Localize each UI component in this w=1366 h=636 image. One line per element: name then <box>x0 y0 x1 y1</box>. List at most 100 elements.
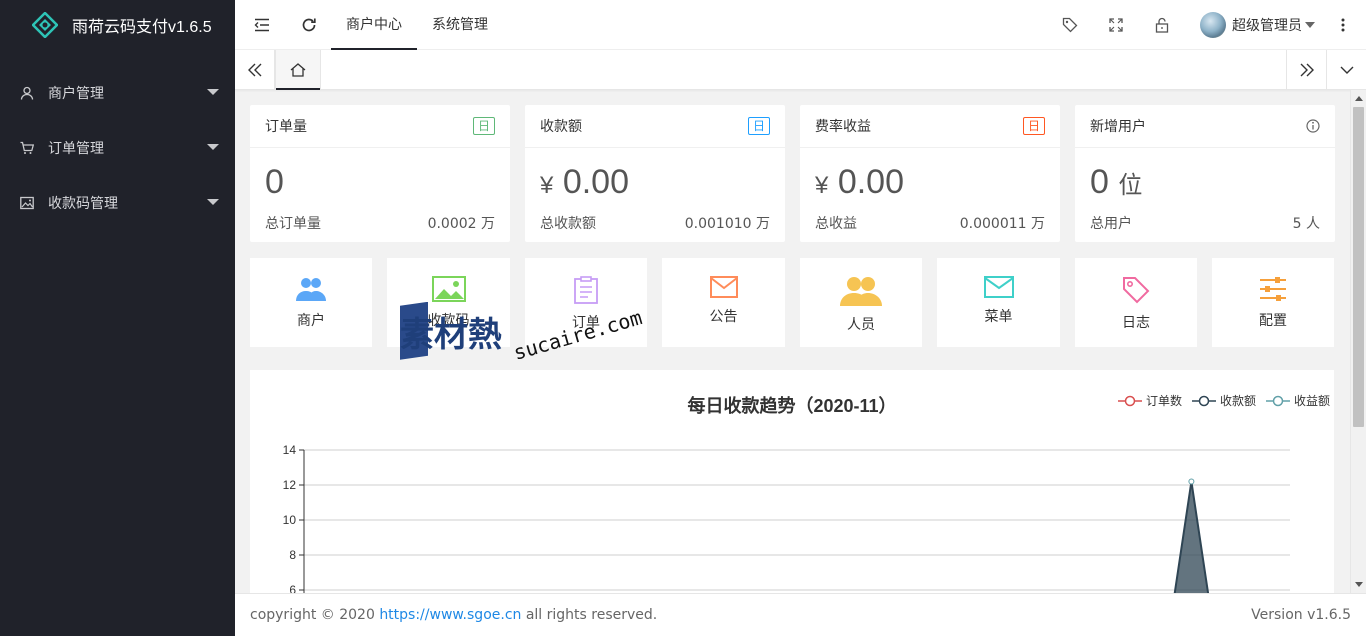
sidebar-item-merchant[interactable]: 商户管理 <box>0 65 235 120</box>
stat-foot-value: 0.0002 万 <box>427 216 495 232</box>
footer: copyright © 2020 https://www.sgoe.cn all… <box>235 593 1366 636</box>
quick-link-merchant[interactable]: 商户 <box>250 258 372 347</box>
quick-link-label: 公告 <box>709 309 738 325</box>
quick-link-config[interactable]: 配置 <box>1212 258 1334 347</box>
main-content: 订单量 日 0 总订单量 0.0002 万 收款额 日 ¥ 0.00 总收款额 … <box>235 90 1350 593</box>
user-icon <box>20 86 34 100</box>
indent-icon <box>254 18 269 32</box>
series-point <box>1188 478 1195 485</box>
tabs-scroll-left-button[interactable] <box>235 50 275 90</box>
sidebar-item-label: 商户管理 <box>48 85 104 102</box>
lock-icon <box>1155 17 1169 33</box>
stat-foot-label: 总用户 <box>1090 216 1132 232</box>
tab-label: 系统管理 <box>432 17 488 33</box>
refresh-icon <box>302 18 316 32</box>
sidebar-item-label: 收款码管理 <box>48 195 118 212</box>
stat-foot-label: 总收款额 <box>540 216 596 232</box>
y-tick-label: 8 <box>289 548 296 562</box>
stat-foot-label: 总收益 <box>815 216 857 232</box>
quick-link-notice[interactable]: 公告 <box>662 258 785 347</box>
series-area <box>1173 481 1210 593</box>
sidebar-item-orders[interactable]: 订单管理 <box>0 120 235 175</box>
stat-title: 费率收益 <box>815 119 871 135</box>
users-icon <box>296 278 326 301</box>
more-button[interactable] <box>1333 0 1353 50</box>
stat-foot-value: 0.001010 万 <box>684 216 770 232</box>
tag-icon <box>1123 277 1150 304</box>
footer-link[interactable]: https://www.sgoe.cn <box>379 607 521 623</box>
stat-card-new-users: 新增用户 0 位 总用户 5 人 <box>1075 105 1335 242</box>
stat-foot-value: 0.000011 万 <box>959 216 1045 232</box>
quick-link-log[interactable]: 日志 <box>1075 258 1197 347</box>
quick-link-label: 商户 <box>297 313 325 329</box>
period-badge: 日 <box>472 117 495 135</box>
y-tick-label: 14 <box>283 443 297 457</box>
sidebar-item-qrcodes[interactable]: 收款码管理 <box>0 175 235 230</box>
collapse-menu-button[interactable] <box>250 0 274 50</box>
more-vertical-icon <box>1341 18 1345 32</box>
stat-title: 新增用户 <box>1090 119 1146 135</box>
vertical-scrollbar[interactable] <box>1350 90 1366 593</box>
scroll-up-icon[interactable] <box>1355 96 1363 101</box>
envelope-icon <box>983 276 1014 298</box>
quick-link-label: 收款码 <box>427 313 470 329</box>
user-name: 超级管理员 <box>1232 18 1302 34</box>
stat-unit: 位 <box>1118 172 1143 199</box>
chevron-down-icon <box>1340 66 1353 74</box>
tab-home[interactable] <box>275 50 321 90</box>
avatar <box>1200 12 1226 38</box>
currency-symbol: ¥ <box>540 172 554 199</box>
quick-link-label: 配置 <box>1259 313 1287 329</box>
quick-link-label: 人员 <box>847 317 875 333</box>
version-text: Version v1.6.5 <box>1251 607 1351 623</box>
quick-link-qrcode[interactable]: 收款码 <box>387 258 510 347</box>
stat-value: 0 <box>265 163 284 201</box>
lock-screen-button[interactable] <box>1150 0 1174 50</box>
trend-chart: 6 8 10 12 14 <box>283 443 1290 593</box>
scroll-down-icon[interactable] <box>1355 582 1363 587</box>
app-title: 雨荷云码支付v1.6.5 <box>72 19 212 36</box>
fullscreen-button[interactable] <box>1104 0 1128 50</box>
quick-link-label: 菜单 <box>984 309 1013 325</box>
user-menu[interactable]: 超级管理员 <box>1200 11 1315 39</box>
app-logo[interactable]: 雨荷云码支付v1.6.5 <box>0 0 235 50</box>
sidebar: 雨荷云码支付v1.6.5 商户管理 订单管理 收款码管理 <box>0 0 235 636</box>
quick-link-orders[interactable]: 订单 <box>525 258 647 347</box>
chevron-down-icon <box>207 89 219 95</box>
chevron-down-icon <box>207 144 219 150</box>
sliders-icon <box>1260 277 1286 301</box>
image-icon <box>20 196 34 210</box>
y-tick-label: 10 <box>283 513 297 527</box>
cart-icon <box>20 141 34 155</box>
picture-icon <box>431 276 466 302</box>
stat-foot-label: 总订单量 <box>265 216 321 232</box>
refresh-button[interactable] <box>297 0 321 50</box>
top-header: 商户中心 系统管理 超级管理员 <box>235 0 1366 50</box>
y-tick-label: 6 <box>289 583 296 593</box>
stat-card-collection: 收款额 日 ¥ 0.00 总收款额 0.001010 万 <box>525 105 785 242</box>
double-chevron-right-icon <box>1300 63 1314 77</box>
theme-button[interactable] <box>1058 0 1082 50</box>
double-chevron-left-icon <box>247 63 261 77</box>
chevron-down-icon <box>1305 22 1315 28</box>
quick-link-menu[interactable]: 菜单 <box>937 258 1060 347</box>
stat-value: ¥ 0.00 <box>815 163 904 201</box>
scroll-thumb[interactable] <box>1353 107 1364 427</box>
stat-card-orders: 订单量 日 0 总订单量 0.0002 万 <box>250 105 510 242</box>
sidebar-item-label: 订单管理 <box>48 140 104 157</box>
stat-value: 0 位 <box>1090 163 1143 201</box>
info-icon[interactable] <box>1306 119 1320 133</box>
fullscreen-icon <box>1109 18 1123 32</box>
tabs-options-button[interactable] <box>1326 50 1366 90</box>
tab-merchant-center[interactable]: 商户中心 <box>331 0 417 50</box>
quick-link-label: 订单 <box>572 315 600 331</box>
clipboard-icon <box>574 276 598 304</box>
copyright: copyright © 2020 https://www.sgoe.cn all… <box>250 607 658 623</box>
tabs-scroll-right-button[interactable] <box>1286 50 1326 90</box>
tab-system-management[interactable]: 系统管理 <box>417 0 503 50</box>
group-icon <box>840 277 882 306</box>
quick-link-staff[interactable]: 人员 <box>800 258 922 347</box>
tab-label: 商户中心 <box>346 17 402 33</box>
period-badge: 日 <box>1022 117 1045 135</box>
mail-icon <box>709 276 738 298</box>
